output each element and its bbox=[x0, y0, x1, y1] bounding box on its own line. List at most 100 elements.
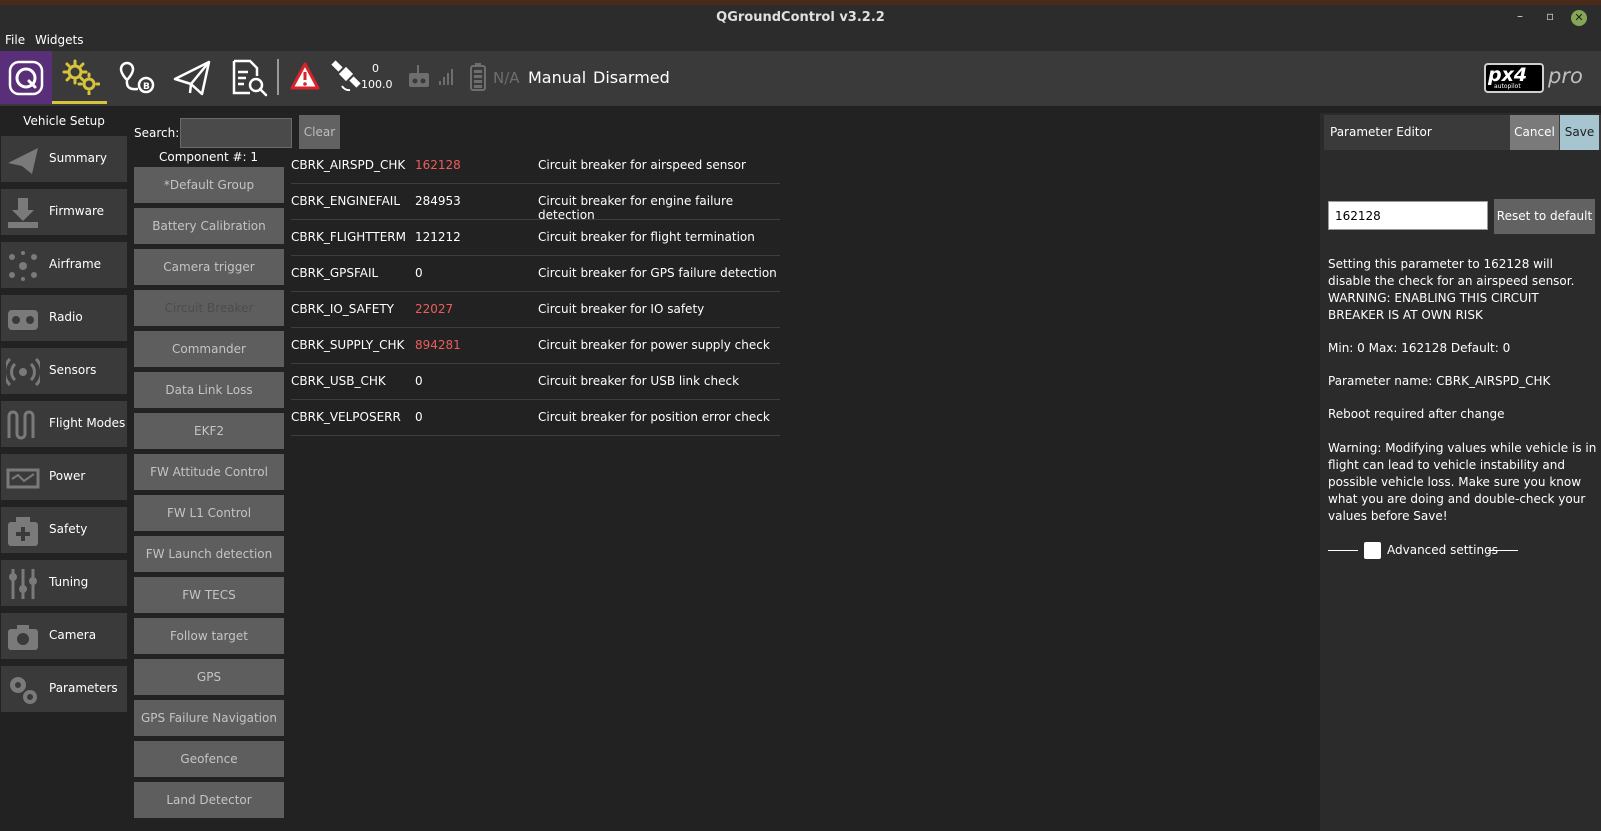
parameter-row-value: 284953 bbox=[415, 194, 461, 208]
parameter-editor-title: Parameter Editor bbox=[1330, 125, 1432, 139]
sidebar-item-airframe[interactable]: Airframe bbox=[1, 242, 127, 288]
group-button[interactable]: GPS bbox=[134, 659, 284, 695]
parameter-row[interactable]: CBRK_ENGINEFAIL 284953 Circuit breaker for… bbox=[291, 184, 780, 222]
rc-transmitter-icon[interactable] bbox=[408, 65, 430, 89]
modify-warning: Warning: Modifying values while vehicle … bbox=[1328, 441, 1597, 523]
clear-button[interactable]: Clear bbox=[299, 115, 340, 149]
group-button[interactable]: GPS Failure Navigation bbox=[134, 700, 284, 736]
parameter-row-description: Circuit breaker for GPS failure detectio… bbox=[538, 266, 777, 280]
divider-left bbox=[1328, 550, 1358, 551]
minimize-icon[interactable]: – bbox=[1517, 9, 1523, 23]
group-button[interactable]: Battery Calibration bbox=[134, 208, 284, 244]
reset-to-default-button[interactable]: Reset to default bbox=[1494, 199, 1595, 234]
sidebar-item-firmware[interactable]: Firmware bbox=[1, 189, 127, 235]
component-label: Component #: 1 bbox=[158, 150, 259, 164]
sidebar-item-power[interactable]: Power bbox=[1, 454, 127, 500]
group-button[interactable]: Geofence bbox=[134, 741, 284, 777]
parameter-row[interactable]: CBRK_USB_CHK 0 Circuit breaker for USB lin… bbox=[291, 364, 780, 400]
sidebar-item-flight-modes[interactable]: Flight Modes bbox=[1, 401, 127, 447]
gps-hdop: 100.0 bbox=[361, 78, 393, 91]
group-button[interactable]: Follow target bbox=[134, 618, 284, 654]
sidebar-item-radio[interactable]: Radio bbox=[1, 295, 127, 341]
parameter-row-description: Circuit breaker for power supply check bbox=[538, 338, 770, 352]
sidebar-item-parameters[interactable]: Parameters bbox=[1, 666, 127, 712]
camera-icon bbox=[8, 625, 38, 650]
cancel-button[interactable]: Cancel bbox=[1510, 115, 1559, 150]
gps-count: 0 bbox=[372, 62, 379, 75]
analyze-icon bbox=[232, 59, 268, 97]
plan-view-button[interactable]: B bbox=[112, 51, 160, 104]
sidebar-item-label: Safety bbox=[49, 522, 88, 536]
flight-modes-icon bbox=[7, 410, 35, 440]
svg-text:B: B bbox=[143, 82, 150, 92]
parameter-row[interactable]: CBRK_VELPOSERR 0 Circuit breaker for posit… bbox=[291, 400, 780, 436]
sidebar-item-label: Power bbox=[49, 469, 86, 483]
sidebar-item-sensors[interactable]: Sensors bbox=[1, 348, 127, 394]
rc-transmitter-icon bbox=[8, 310, 38, 330]
parameter-row[interactable]: CBRK_IO_SAFETY 22027 Circuit breaker for I… bbox=[291, 292, 780, 328]
sidebar-item-label: Flight Modes bbox=[49, 416, 126, 430]
warning-icon[interactable] bbox=[290, 62, 320, 90]
sidebar-item-label: Airframe bbox=[49, 257, 102, 271]
group-button[interactable]: Commander bbox=[134, 331, 284, 367]
parameter-row[interactable]: CBRK_SUPPLY_CHK 894281 Circuit breaker for… bbox=[291, 328, 780, 364]
sidebar-header: Vehicle Setup bbox=[23, 114, 105, 128]
gps-satellite-icon[interactable] bbox=[330, 60, 364, 94]
toolbar-separator bbox=[277, 59, 279, 95]
group-button[interactable]: Data Link Loss bbox=[134, 372, 284, 408]
sidebar-item-label: Summary bbox=[49, 151, 107, 165]
group-button[interactable]: FW L1 Control bbox=[134, 495, 284, 531]
sidebar-item-tuning[interactable]: Tuning bbox=[1, 560, 127, 606]
parameter-row-description: Circuit breaker for flight termination bbox=[538, 230, 755, 244]
advanced-settings-checkbox[interactable] bbox=[1364, 542, 1381, 559]
flight-mode-selector[interactable]: Manual bbox=[528, 68, 586, 87]
paper-plane-icon bbox=[8, 148, 38, 174]
first-aid-icon bbox=[8, 517, 38, 546]
analyze-view-button[interactable] bbox=[224, 51, 274, 104]
parameter-row-value: 0 bbox=[415, 266, 423, 280]
group-button[interactable]: FW TECS bbox=[134, 577, 284, 613]
sidebar-item-label: Camera bbox=[49, 628, 97, 642]
parameter-row[interactable]: CBRK_GPSFAIL 0 Circuit breaker for GPS fai… bbox=[291, 256, 780, 292]
main-toolbar: B 0 100.0 N/A Manual Disarmed px4 autopi… bbox=[0, 51, 1601, 106]
sidebar-item-label: Radio bbox=[49, 310, 83, 324]
battery-icon[interactable] bbox=[470, 63, 486, 91]
arm-state[interactable]: Disarmed bbox=[593, 68, 670, 87]
group-button[interactable]: Land Detector bbox=[134, 782, 284, 818]
battery-status: N/A bbox=[493, 69, 520, 87]
parameter-row-name: CBRK_GPSFAIL bbox=[291, 266, 379, 280]
parameter-row[interactable]: CBRK_FLIGHTTERM 121212 Circuit breaker for… bbox=[291, 220, 780, 256]
menu-widgets[interactable]: Widgets bbox=[35, 33, 84, 47]
menu-file[interactable]: File bbox=[5, 33, 25, 47]
qgroundcontrol-window: QGroundControl v3.2.2 – ▫ ✕ File Widgets bbox=[0, 0, 1601, 831]
paper-plane-icon bbox=[173, 60, 211, 96]
group-button[interactable]: EKF2 bbox=[134, 413, 284, 449]
sidebar-item-summary[interactable]: Summary bbox=[1, 136, 127, 182]
menu-bar: File Widgets bbox=[0, 30, 1601, 51]
sidebar-item-camera[interactable]: Camera bbox=[1, 613, 127, 659]
sensors-icon bbox=[6, 357, 40, 387]
search-input[interactable] bbox=[180, 118, 292, 148]
parameter-row-name: CBRK_FLIGHTTERM bbox=[291, 230, 406, 244]
group-button[interactable]: FW Attitude Control bbox=[134, 454, 284, 490]
parameter-row-description: Circuit breaker for airspeed sensor bbox=[538, 158, 746, 172]
save-button[interactable]: Save bbox=[1560, 115, 1599, 150]
parameter-row-name: CBRK_AIRSPD_CHK bbox=[291, 158, 406, 172]
parameter-value-input[interactable] bbox=[1328, 201, 1488, 230]
group-button[interactable]: Circuit Breaker bbox=[134, 290, 284, 326]
fly-view-button[interactable] bbox=[168, 51, 216, 104]
parameter-row-name: CBRK_VELPOSERR bbox=[291, 410, 401, 424]
parameter-row[interactable]: CBRK_AIRSPD_CHK 162128 Circuit breaker for… bbox=[291, 148, 780, 184]
group-button[interactable]: FW Launch detection bbox=[134, 536, 284, 572]
close-icon[interactable]: ✕ bbox=[1571, 10, 1587, 26]
parameter-name: Parameter name: CBRK_AIRSPD_CHK bbox=[1328, 374, 1551, 388]
group-button[interactable]: *Default Group bbox=[134, 167, 284, 203]
qgc-logo-button[interactable] bbox=[0, 51, 52, 104]
search-label: Search: bbox=[134, 126, 180, 140]
restore-icon[interactable]: ▫ bbox=[1546, 9, 1554, 23]
vehicle-setup-button[interactable] bbox=[52, 51, 107, 104]
group-button[interactable]: Camera trigger bbox=[134, 249, 284, 285]
parameter-row-name: CBRK_USB_CHK bbox=[291, 374, 386, 388]
sidebar-item-safety[interactable]: Safety bbox=[1, 507, 127, 553]
parameter-row-value: 894281 bbox=[415, 338, 461, 352]
